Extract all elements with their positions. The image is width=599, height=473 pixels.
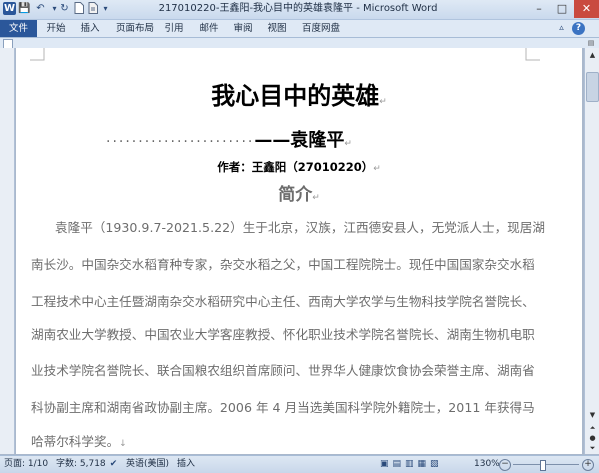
section-heading: 简介: [278, 185, 313, 205]
author-line: 作者：王鑫阳（27010220）: [217, 160, 374, 174]
open-document-icon[interactable]: [86, 2, 99, 15]
redo-icon[interactable]: ↻: [58, 2, 71, 15]
page-count[interactable]: 页面: 1/10: [4, 456, 48, 473]
title-bar: W 💾 ↶ ▾ ↻ ▾ 217010220-王鑫阳-我心目中的英雄袁隆平 - M…: [0, 0, 599, 20]
scroll-thumb[interactable]: [586, 72, 599, 102]
help-icon[interactable]: ?: [572, 22, 585, 35]
body-line-6: 科协副主席和湖南省政协副主席。2006 年 4 月当选美国科学院外籍院士，201…: [31, 400, 535, 415]
scroll-down-icon[interactable]: ▼: [587, 410, 598, 420]
tab-home[interactable]: 开始: [42, 20, 70, 37]
document-title: 我心目中的英雄: [211, 82, 380, 110]
tab-mailings[interactable]: 邮件: [195, 20, 223, 37]
page-crop-marks: [30, 48, 540, 61]
zoom-slider-track[interactable]: [513, 464, 579, 465]
minimize-button[interactable]: –: [528, 0, 550, 18]
insert-mode[interactable]: 插入: [177, 456, 195, 473]
view-buttons[interactable]: ▣▤▥▦▧: [380, 459, 460, 470]
maximize-button[interactable]: □: [551, 0, 573, 18]
customize-toolbar-icon[interactable]: ▾: [99, 2, 112, 15]
tab-page-layout[interactable]: 页面布局: [111, 20, 159, 37]
word-icon[interactable]: W: [3, 2, 16, 15]
paragraph-mark: ↵: [312, 193, 320, 203]
new-document-icon[interactable]: [72, 2, 85, 15]
paragraph-mark: ↵: [344, 139, 352, 149]
vertical-scrollbar[interactable]: ▲ ▼ ⏶ ● ⏷: [584, 48, 599, 454]
body-line-3: 工程技术中心主任暨湖南杂交水稻研究中心主任、西南大学农学与生物科技学院名誉院长、: [31, 294, 535, 309]
body-line-1: 袁隆平（1930.9.7-2021.5.22）生于北京，汉族，江西德安县人，无党…: [55, 220, 545, 235]
paragraph-mark: ↵: [379, 97, 387, 107]
zoom-out-button[interactable]: −: [499, 459, 511, 471]
tab-insert[interactable]: 插入: [76, 20, 104, 37]
close-button[interactable]: ✕: [574, 0, 599, 18]
language-indicator[interactable]: 英语(美国): [126, 456, 169, 473]
tab-review[interactable]: 审阅: [229, 20, 257, 37]
window-title: 217010220-王鑫阳-我心目中的英雄袁隆平 - Microsoft Wor…: [158, 3, 438, 14]
body-line-7: 哈蒂尔科学奖。: [31, 434, 120, 449]
body-line-4: 湖南农业大学教授、中国农业大学客座教授、怀化职业技术学院名誉院长、湖南生物机电职: [31, 327, 535, 342]
browse-object-icon[interactable]: ●: [587, 434, 598, 443]
tab-file[interactable]: 文件: [0, 20, 37, 37]
previous-page-icon[interactable]: ⏶: [587, 424, 598, 433]
ribbon-tabs: 文件 开始 插入 页面布局 引用 邮件 审阅 视图 百度网盘 ▵ ?: [0, 20, 599, 38]
ruler-view-icon[interactable]: ▤: [586, 39, 596, 47]
body-line-2: 南长沙。中国杂交水稻育种专家，杂交水稻之父，中国工程院院士。现任中国国家杂交水稻: [31, 257, 535, 272]
ruler: ▤: [0, 38, 599, 49]
hero-name: ——袁隆平: [254, 130, 345, 151]
word-count[interactable]: 字数: 5,718: [56, 456, 106, 473]
next-page-icon[interactable]: ⏷: [587, 444, 598, 453]
tab-baidu-netdisk[interactable]: 百度网盘: [297, 20, 345, 37]
tab-references[interactable]: 引用: [160, 20, 188, 37]
proofing-icon[interactable]: ✔: [108, 459, 119, 470]
undo-icon[interactable]: ↶: [34, 2, 47, 15]
zoom-level[interactable]: 130%: [474, 456, 500, 473]
vertical-ruler: [0, 48, 15, 454]
scroll-up-icon[interactable]: ▲: [587, 50, 598, 60]
minimize-ribbon-icon[interactable]: ▵: [556, 23, 567, 34]
document-page[interactable]: 我心目中的英雄↵ ·······················——袁隆平↵ 作…: [16, 48, 582, 454]
zoom-slider-thumb[interactable]: [540, 460, 546, 471]
status-bar: 页面: 1/10 字数: 5,718 ✔ 英语(美国) 插入 ▣▤▥▦▧ 130…: [0, 455, 599, 473]
zoom-in-button[interactable]: +: [582, 459, 594, 471]
paragraph-mark: ↵: [373, 164, 381, 174]
body-line-5: 业技术学院名誉院长、联合国粮农组织首席顾问、世界华人健康饮食协会荣誉主席、湖南省: [31, 363, 535, 378]
paragraph-mark: ↓: [119, 439, 127, 449]
title-leader: ·······················: [106, 134, 255, 150]
save-icon[interactable]: 💾: [18, 2, 31, 15]
tab-view[interactable]: 视图: [263, 20, 291, 37]
